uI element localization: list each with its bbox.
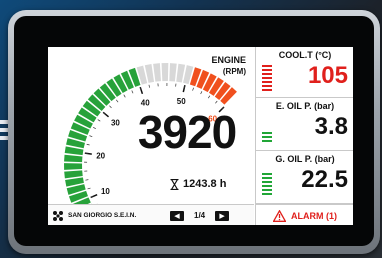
gauge-band-segment xyxy=(64,163,83,170)
level-bar xyxy=(262,189,272,191)
gauge-minor-tick xyxy=(86,143,90,146)
gauge-minor-tick xyxy=(97,119,101,122)
gauge-minor-tick xyxy=(123,94,126,98)
gauge-tick-label: 20 xyxy=(96,151,105,160)
hourglass-icon xyxy=(170,178,179,190)
level-bar xyxy=(262,69,272,71)
gauge-minor-tick xyxy=(192,87,194,91)
level-bar xyxy=(262,169,272,171)
lcd-screen: 0102030405060 ENGINE (RPM) 3920 1243.8 h… xyxy=(48,47,353,225)
bottom-bar: SAN GIORGIO S.E.I.N. ◀ 1/4 ▶ xyxy=(48,204,254,225)
gauge-tick-label: 30 xyxy=(111,119,120,128)
gauge-minor-tick xyxy=(85,179,89,181)
gauge-minor-tick xyxy=(148,84,150,88)
panel-title: E. OIL P. (bar) xyxy=(275,101,335,111)
engine-title-label: ENGINE xyxy=(211,55,246,65)
panel-value: 105 xyxy=(307,62,348,89)
brand: SAN GIORGIO S.E.I.N. xyxy=(48,210,162,222)
level-bar xyxy=(262,65,272,67)
alarm-button[interactable]: ALARM (1) xyxy=(255,204,353,225)
prev-page-button[interactable]: ◀ xyxy=(170,210,184,221)
gauge-minor-tick xyxy=(131,90,134,94)
gauge-minor-tick xyxy=(87,187,91,190)
gauge-minor-tick xyxy=(215,100,218,104)
alarm-label: ALARM (1) xyxy=(291,210,337,221)
gauge-minor-tick xyxy=(92,127,96,130)
pager: ◀ 1/4 ▶ xyxy=(162,210,230,221)
level-bar xyxy=(262,116,272,118)
engine-unit-label: (RPM) xyxy=(222,67,246,76)
brand-name: SAN GIORGIO S.E.I.N. xyxy=(68,212,137,219)
level-bars-icon xyxy=(262,114,272,142)
level-bar xyxy=(262,140,272,142)
level-bar xyxy=(262,193,272,195)
panel-title: G. OIL P. (bar) xyxy=(275,154,335,164)
level-bar xyxy=(262,132,272,134)
rpm-value: 3920 xyxy=(137,106,237,158)
level-bar xyxy=(262,124,272,126)
panel-value: 3.8 xyxy=(314,113,348,140)
gauge-band-segment xyxy=(64,146,84,156)
gear-oil-pressure-panel: G. OIL P. (bar) 22.5 xyxy=(255,151,353,204)
level-bar xyxy=(262,173,272,175)
engine-title: ENGINE (RPM) xyxy=(196,55,246,77)
level-bar xyxy=(262,181,272,183)
level-bar xyxy=(262,81,272,83)
level-bar xyxy=(262,185,272,187)
gauge-minor-tick xyxy=(89,135,93,138)
level-bar xyxy=(262,120,272,122)
gauge-band-segment xyxy=(153,63,161,82)
gauge-minor-tick xyxy=(207,95,211,99)
level-bar xyxy=(262,177,272,179)
engine-hours: 1243.8 h xyxy=(170,177,226,191)
warning-triangle-icon xyxy=(273,209,286,222)
gauge-band-segment xyxy=(161,63,169,82)
gauge-band-segment xyxy=(64,170,83,179)
gauge-minor-tick xyxy=(200,91,203,95)
level-bar xyxy=(262,77,272,79)
panel-value: 22.5 xyxy=(301,166,348,193)
gauge-band-segment xyxy=(64,154,83,163)
level-bar xyxy=(262,136,272,138)
coolant-temp-panel: COOL.T (°C) 105 xyxy=(255,47,353,98)
gauge-minor-tick xyxy=(115,99,119,103)
left-arrow-icon: ◀ xyxy=(174,212,180,220)
panel-title: COOL.T (°C) xyxy=(278,50,332,60)
gauge-minor-tick xyxy=(109,105,112,109)
level-bar xyxy=(262,128,272,130)
page-indicator: 1/4 xyxy=(194,211,206,220)
right-arrow-icon: ▶ xyxy=(219,212,225,220)
level-bar xyxy=(262,89,272,91)
engine-oil-pressure-panel: E. OIL P. (bar) 3.8 xyxy=(255,98,353,151)
level-bars-icon xyxy=(262,167,272,195)
engine-hours-value: 1243.8 h xyxy=(183,178,227,190)
brand-logo-icon xyxy=(53,210,63,221)
level-bars-icon xyxy=(262,63,272,91)
gauge-tick-label: 10 xyxy=(101,187,110,196)
level-bar xyxy=(262,73,272,75)
next-page-button[interactable]: ▶ xyxy=(215,210,230,221)
gauge-band-segment xyxy=(169,63,177,82)
level-bar xyxy=(262,85,272,87)
gauge-tick-label: 50 xyxy=(177,97,186,106)
